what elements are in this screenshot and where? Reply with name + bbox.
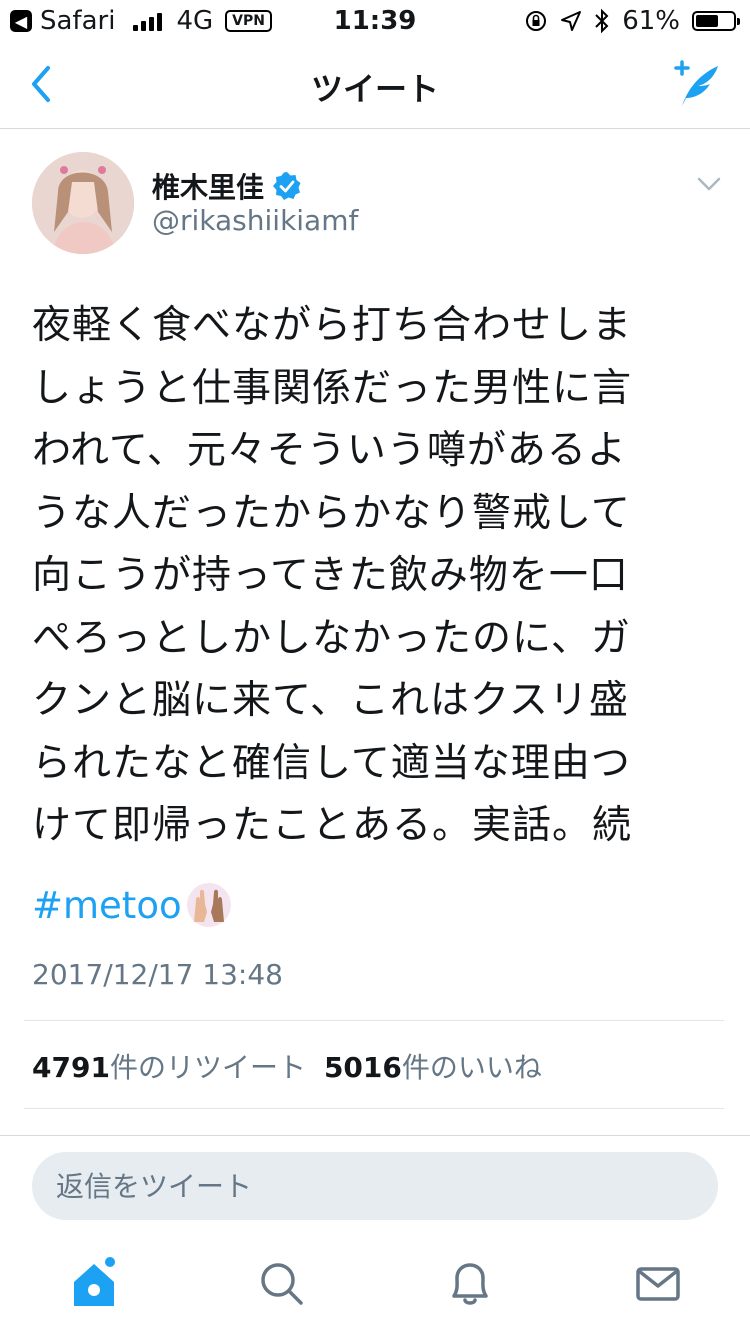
avatar[interactable] (32, 152, 134, 254)
chevron-down-icon[interactable] (696, 174, 722, 194)
tweet-text-line: しょうと仕事関係だった男性に言 (32, 365, 633, 411)
raised-hands-emoji-icon (186, 883, 231, 927)
retweet-count[interactable]: 4791 (32, 1051, 110, 1084)
verified-badge-icon (273, 172, 301, 200)
divider (24, 1020, 724, 1021)
author-handle[interactable]: @rikashiikiamf (152, 204, 358, 237)
bluetooth-icon (595, 8, 609, 34)
tweet-timestamp: 2017/12/17 13:48 (32, 958, 283, 991)
author-name[interactable]: 椎木里佳 (152, 166, 264, 206)
home-icon[interactable] (64, 1254, 124, 1314)
status-right: 61% (524, 6, 740, 36)
hashtag-row: #metoo (32, 880, 232, 930)
tweet-text-line: られたなと確信して適当な理由つ (32, 740, 631, 786)
tweet-text-line: ぺろっとしかしなかったのに、ガ (32, 615, 631, 661)
tweet-stats: 4791件のリツイート 5016件のいいね (32, 1046, 542, 1086)
location-arrow-icon (561, 11, 582, 31)
battery-level-fill (696, 15, 718, 27)
retweet-label[interactable]: 件のリツイート (110, 1051, 306, 1084)
notifications-bell-icon[interactable] (440, 1254, 500, 1314)
hashtag-link[interactable]: #metoo (32, 884, 182, 927)
compose-tweet-icon[interactable] (670, 58, 722, 110)
search-icon[interactable] (252, 1254, 312, 1314)
tweet-text: 夜軽く食べながら打ち合わせしま しょうと仕事関係だった男性に言 われて、元々そう… (32, 295, 732, 858)
navigation-bar: ツイート (0, 42, 750, 129)
status-bar: ◀ Safari 4G VPN 11:39 61% (0, 0, 750, 42)
like-label[interactable]: 件のいいね (402, 1051, 542, 1084)
tweet-text-line: 向こうが持ってきた飲み物を一口 (32, 553, 629, 598)
reply-input[interactable] (32, 1152, 718, 1220)
tab-bar (0, 1240, 750, 1334)
author-name-row: 椎木里佳 (152, 166, 302, 206)
rotation-lock-icon (526, 11, 547, 31)
avatar-photo (32, 152, 134, 254)
page-title: ツイート (310, 70, 439, 108)
divider (24, 1108, 724, 1109)
tweet-text-line: 夜軽く食べながら打ち合わせしま (32, 303, 633, 348)
tweet-text-line: けて即帰ったことある。実話。続 (32, 803, 633, 848)
tweet-header: 椎木里佳 @rikashiikiamf (32, 152, 722, 262)
messages-envelope-icon[interactable] (628, 1254, 688, 1314)
tweet-text-line: われて、元々そういう噂があるよ (32, 428, 627, 473)
battery-percent: 61% (622, 6, 680, 36)
battery-icon (692, 11, 740, 31)
like-count[interactable]: 5016 (324, 1051, 402, 1084)
tweet-text-line: クンと脳に来て、これはクスリ盛 (32, 678, 629, 723)
tweet-text-line: うな人だったからかなり警戒して (32, 490, 631, 536)
reply-bar (0, 1135, 750, 1241)
